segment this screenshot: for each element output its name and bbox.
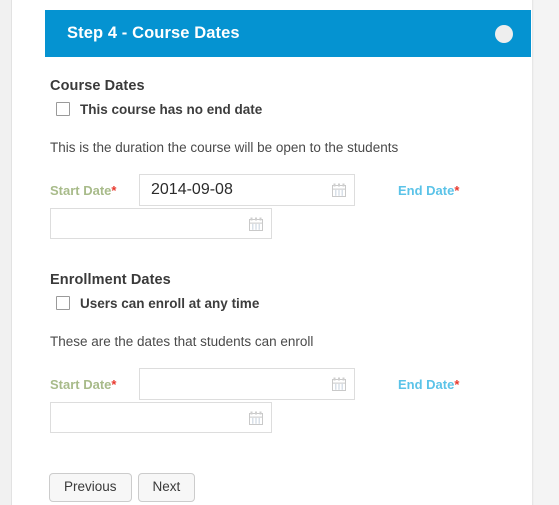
calendar-icon[interactable] [249, 411, 263, 425]
course-start-date-value: 2014-09-08 [151, 181, 233, 198]
input-course-end-date[interactable] [50, 208, 272, 239]
wizard-button-bar: Previous Next [49, 473, 196, 502]
checkbox-no-end-date[interactable] [56, 102, 70, 116]
section-heading-enrollment-dates: Enrollment Dates [50, 272, 171, 288]
course-dates-form: Course Dates This course has no end date… [50, 78, 530, 434]
calendar-icon[interactable] [249, 217, 263, 231]
section-course-dates: Course Dates This course has no end date… [50, 78, 530, 240]
checkbox-row-no-end-date[interactable]: This course has no end date [56, 99, 530, 119]
input-course-start-date[interactable]: 2014-09-08 [139, 174, 355, 206]
date-row-enrollment-dates: Start Date* End Date* [50, 368, 530, 434]
checkbox-label-enroll-any-time: Users can enroll at any time [80, 295, 260, 311]
calendar-icon[interactable] [332, 377, 346, 391]
step-banner-title: Step 4 - Course Dates [67, 24, 240, 42]
calendar-icon[interactable] [332, 183, 346, 197]
input-enrollment-end-date[interactable] [50, 402, 272, 433]
next-button[interactable]: Next [137, 473, 196, 502]
checkbox-enroll-any-time[interactable] [56, 296, 70, 310]
left-page-gutter [0, 0, 11, 505]
checkbox-row-enroll-any-time[interactable]: Users can enroll at any time [56, 293, 530, 313]
section-description-enrollment-dates: These are the dates that students can en… [50, 334, 314, 349]
checkbox-label-no-end-date: This course has no end date [80, 101, 263, 117]
label-course-start-date: Start Date* [50, 183, 117, 198]
course-wizard-page: Step 4 - Course Dates Course Dates This … [11, 0, 533, 505]
right-page-gutter [534, 0, 559, 505]
required-asterisk: * [454, 377, 460, 392]
step-indicator-circle-icon [495, 24, 513, 43]
step-banner: Step 4 - Course Dates [45, 10, 531, 57]
section-enrollment-dates: Enrollment Dates Users can enroll at any… [50, 272, 530, 434]
label-enrollment-start-date: Start Date* [50, 377, 117, 392]
section-description-course-dates: This is the duration the course will be … [50, 140, 399, 155]
input-enrollment-start-date[interactable] [139, 368, 355, 400]
date-row-course-dates: Start Date* 2014-09-08 End Date* [50, 174, 530, 240]
label-enrollment-end-date: End Date* [398, 377, 460, 392]
label-course-end-date: End Date* [398, 183, 460, 198]
section-heading-course-dates: Course Dates [50, 78, 145, 94]
required-asterisk: * [111, 377, 117, 392]
required-asterisk: * [454, 183, 460, 198]
previous-button[interactable]: Previous [49, 473, 132, 502]
required-asterisk: * [111, 183, 117, 198]
